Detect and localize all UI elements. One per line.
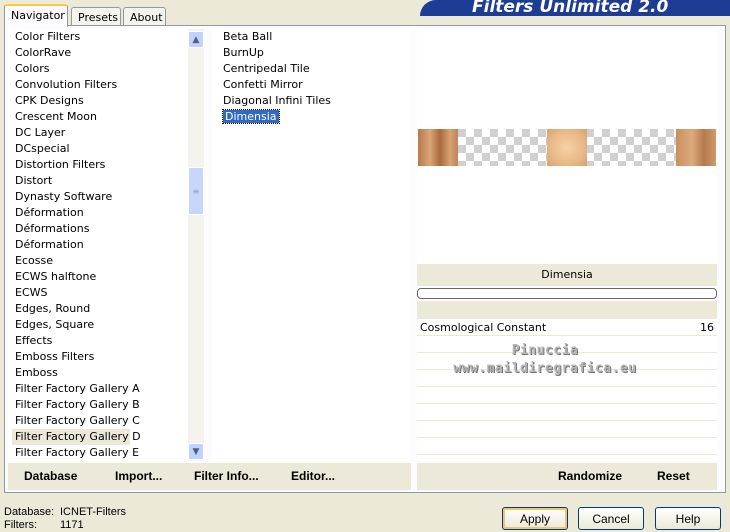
parameter-list: Cosmological Constant 16 [417, 319, 717, 461]
category-list[interactable]: Color Filters ColorRave Colors Convolution … [8, 29, 188, 461]
progress-bar [417, 288, 717, 299]
preview-image [418, 129, 716, 166]
filter-item-label: Diagonal Infini Tiles [223, 94, 331, 107]
preview-area [417, 29, 717, 264]
app-banner: Filters Unlimited 2.0 [420, 0, 730, 16]
status-info: Database: ICNET-Filters Filters: 1171 [4, 506, 126, 532]
filter-list[interactable]: Beta Ball BurnUp Centripedal Tile Confetti … [212, 29, 411, 461]
category-item[interactable]: Distortion Filters [8, 157, 188, 173]
preview-tile [547, 129, 587, 166]
database-value: ICNET-Filters [60, 506, 126, 518]
reset-button[interactable]: Reset [657, 469, 690, 483]
grip-icon: ≡ [192, 186, 200, 196]
preview-tile [676, 129, 716, 166]
filter-info-button[interactable]: Filter Info... [194, 469, 259, 483]
filter-item-label: BurnUp [223, 46, 264, 59]
category-item[interactable]: Filter Factory Gallery B [8, 397, 188, 413]
category-item[interactable]: ECWS halftone [8, 269, 188, 285]
filters-label: Filters: [4, 519, 37, 531]
watermark-line: www.maildiregrafica.eu [453, 361, 637, 376]
watermark-line: Pinuccia [511, 343, 579, 358]
arrow-down-icon: ▼ [192, 446, 200, 457]
filters-count: 1171 [60, 519, 84, 531]
tab-presets[interactable]: Presets [71, 7, 121, 27]
filter-item[interactable]: Confetti Mirror [212, 77, 411, 93]
filter-item-label: Confetti Mirror [223, 78, 303, 91]
preview-tile [418, 129, 458, 166]
category-item[interactable]: Emboss Filters [8, 349, 188, 365]
filter-item[interactable]: Beta Ball [212, 29, 411, 45]
category-item[interactable]: Distort [8, 173, 188, 189]
filter-item[interactable]: Diagonal Infini Tiles [212, 93, 411, 109]
parameter-value: 16 [700, 321, 714, 334]
category-item[interactable]: Dynasty Software [8, 189, 188, 205]
filter-name-label: Dimensia [417, 264, 717, 286]
parameter-name: Cosmological Constant [420, 321, 547, 334]
database-button[interactable]: Database [24, 469, 77, 483]
import-button[interactable]: Import... [115, 469, 162, 483]
category-item[interactable]: ColorRave [8, 45, 188, 61]
category-item[interactable]: Filter Factory Gallery C [8, 413, 188, 429]
category-item[interactable]: Edges, Square [8, 317, 188, 333]
filter-item[interactable]: Centripedal Tile [212, 61, 411, 77]
category-item[interactable]: Emboss [8, 365, 188, 381]
parameter-row-empty [417, 404, 717, 421]
database-label: Database: [4, 506, 55, 518]
filter-item-label: Dimensia [222, 109, 280, 124]
category-item[interactable]: Déformations [8, 221, 188, 237]
category-item[interactable]: DCspecial [8, 141, 188, 157]
right-button-bar: Randomize Reset [417, 463, 717, 490]
filter-item-label: Centripedal Tile [223, 62, 310, 75]
category-item[interactable]: Colors [8, 61, 188, 77]
cancel-button[interactable]: Cancel [578, 507, 644, 530]
category-item[interactable]: Color Filters [8, 29, 188, 45]
category-item[interactable]: CPK Designs [8, 93, 188, 109]
filter-item-label: Beta Ball [223, 30, 273, 43]
randomize-button[interactable]: Randomize [558, 469, 622, 483]
category-item[interactable]: Convolution Filters [8, 77, 188, 93]
parameter-row-empty [417, 438, 717, 455]
category-item[interactable]: Effects [8, 333, 188, 349]
editor-button[interactable]: Editor... [291, 469, 335, 483]
category-item[interactable]: Edges, Round [8, 301, 188, 317]
parameter-row-empty [417, 421, 717, 438]
category-item[interactable]: Déformation [8, 237, 188, 253]
category-item[interactable]: Filter Factory Gallery D [12, 429, 141, 445]
filter-item[interactable]: BurnUp [212, 45, 411, 61]
category-item[interactable]: Ecosse [8, 253, 188, 269]
tab-about[interactable]: About [123, 7, 166, 27]
category-item[interactable]: ECWS [8, 285, 188, 301]
tab-navigator[interactable]: Navigator [4, 4, 68, 27]
watermark: Pinuccia www.maildiregrafica.eu [430, 342, 660, 378]
category-item[interactable]: DC Layer [8, 125, 188, 141]
scroll-down-button[interactable]: ▼ [188, 443, 204, 460]
arrow-up-icon: ▲ [192, 34, 200, 45]
scroll-thumb[interactable]: ≡ [188, 167, 204, 215]
category-item[interactable]: Déformation [8, 205, 188, 221]
category-item[interactable]: Filter Factory Gallery E [8, 445, 188, 461]
filter-item[interactable]: Dimensia [212, 109, 411, 125]
category-item[interactable]: Crescent Moon [8, 109, 188, 125]
scroll-up-button[interactable]: ▲ [188, 31, 204, 48]
help-button[interactable]: Help [655, 507, 721, 530]
category-scrollbar[interactable]: ▲ ≡ ▼ [188, 29, 204, 461]
category-item[interactable]: Filter Factory Gallery A [8, 381, 188, 397]
parameter-row-empty [417, 387, 717, 404]
apply-button[interactable]: Apply [502, 507, 568, 530]
param-spacer [417, 301, 717, 319]
left-button-bar: Database Import... Filter Info... Editor… [8, 463, 411, 490]
parameter-row[interactable]: Cosmological Constant 16 [417, 319, 717, 336]
